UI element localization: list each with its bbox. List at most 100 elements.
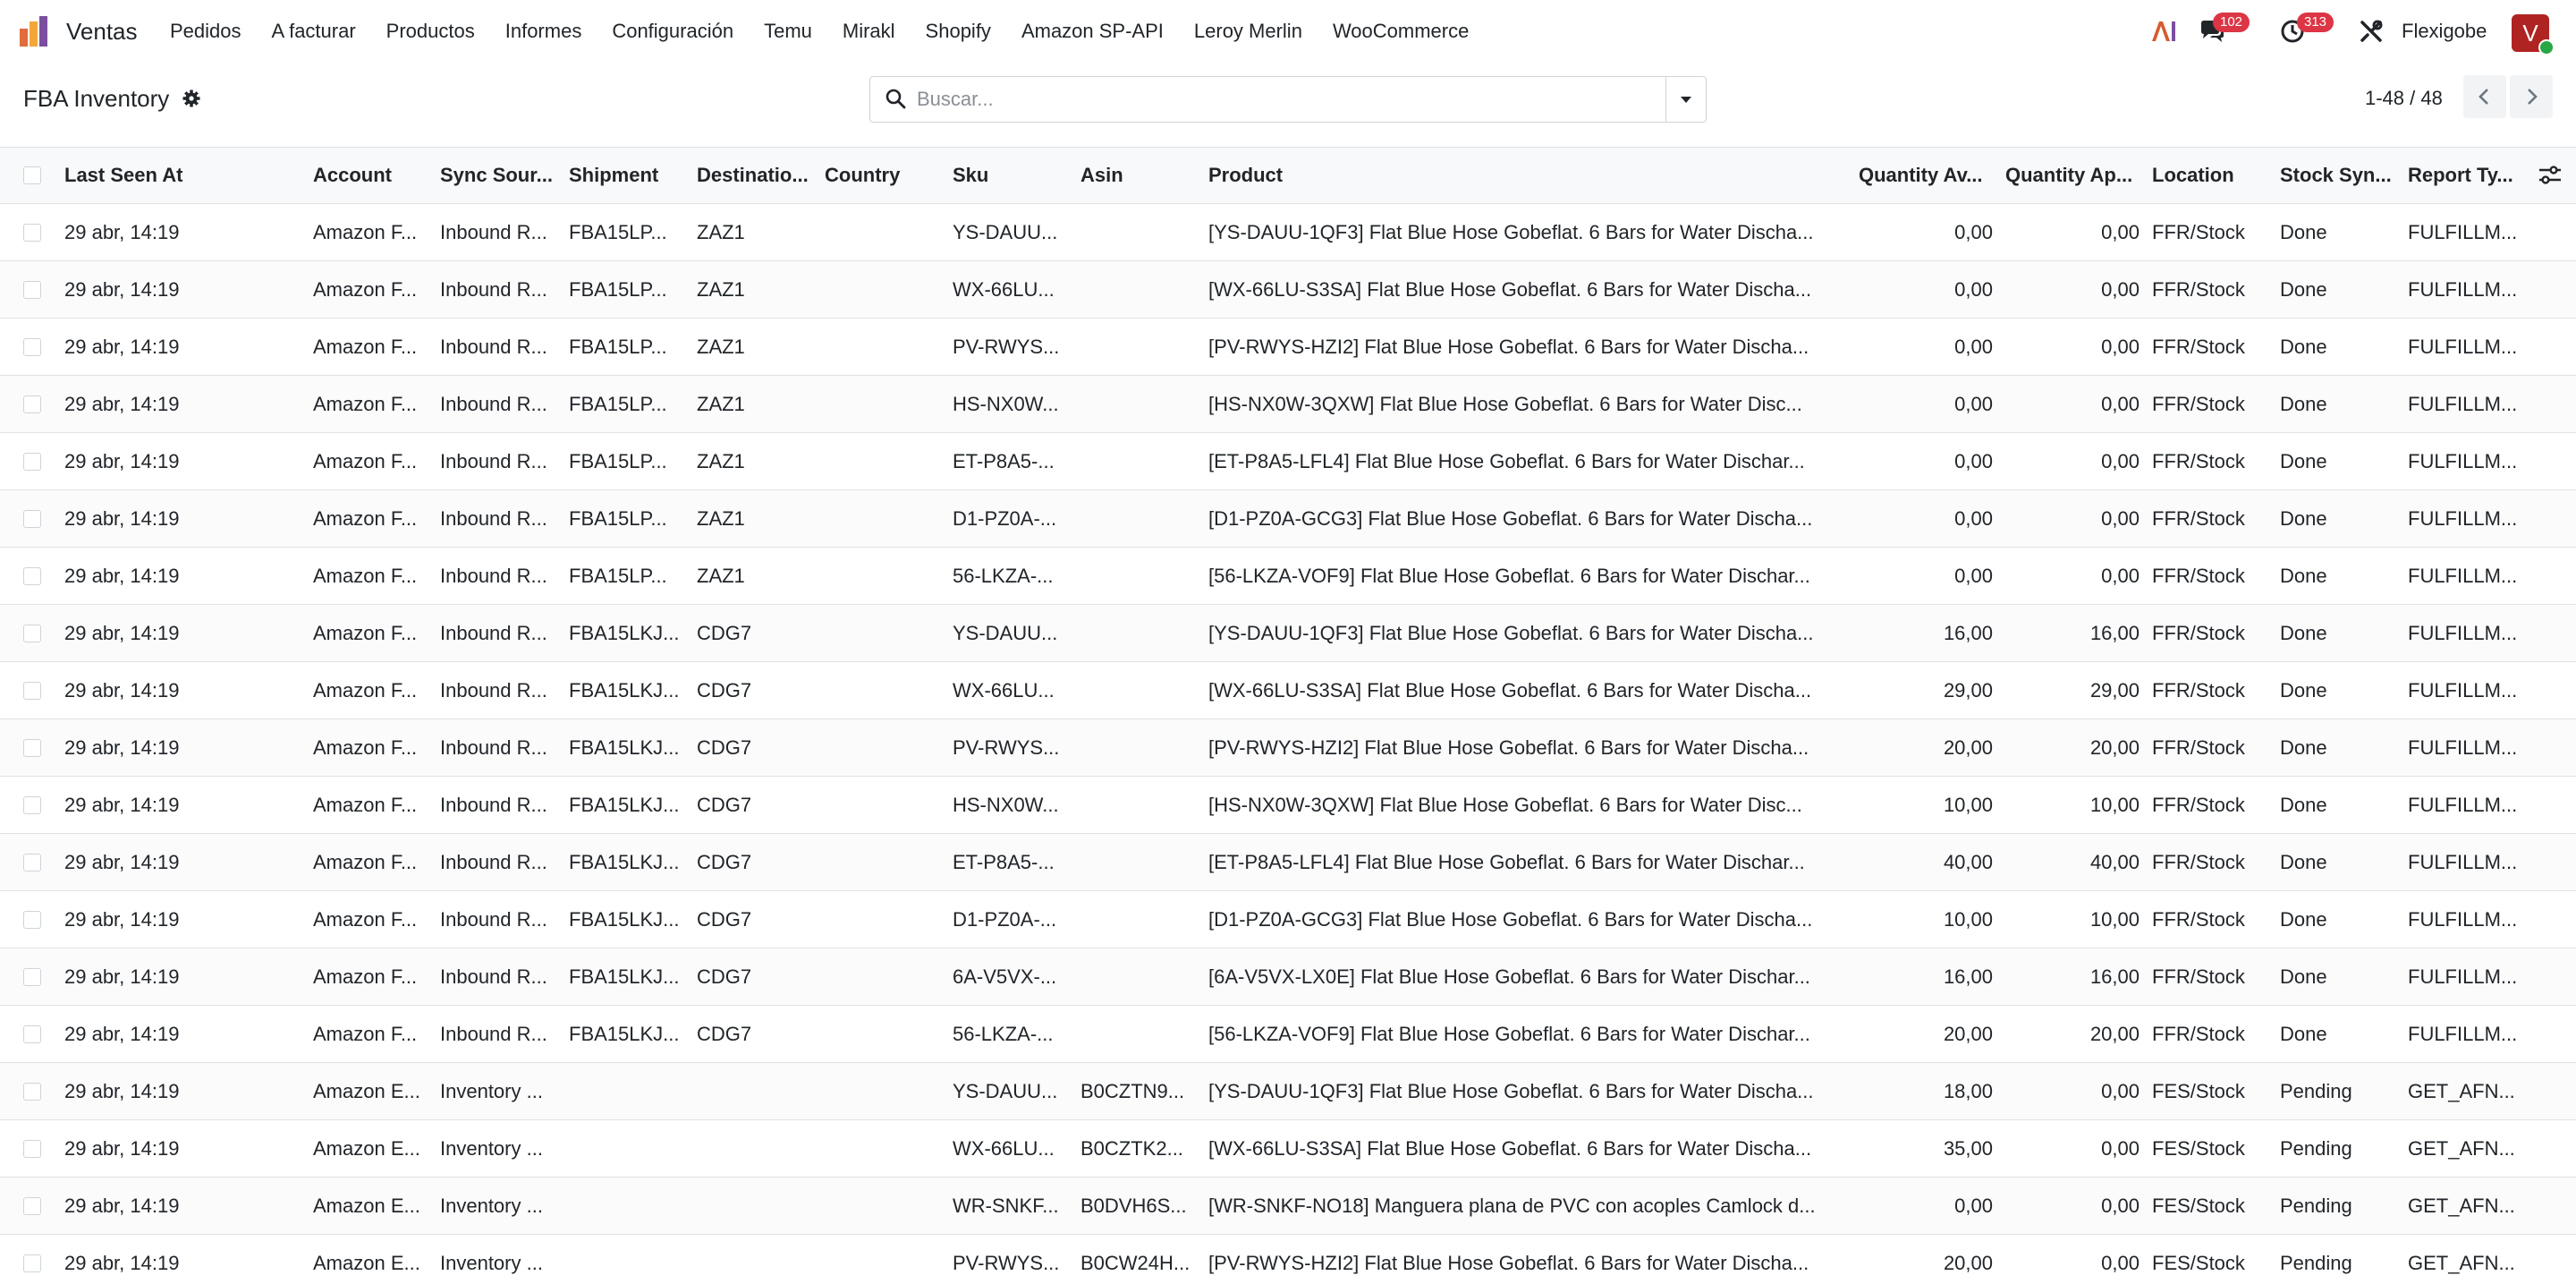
messages-button[interactable]: 102 <box>2199 13 2250 45</box>
menu-mirakl[interactable]: Mirakl <box>843 20 895 43</box>
row-checkbox[interactable] <box>23 853 41 872</box>
row-checkbox[interactable] <box>23 452 41 471</box>
table-row[interactable]: 29 abr, 14:19 Amazon E... Inventory ... … <box>0 1120 2576 1178</box>
select-all-checkbox[interactable] <box>23 166 41 184</box>
row-checkbox[interactable] <box>23 967 41 986</box>
row-checkbox[interactable] <box>23 1254 41 1272</box>
menu-temu[interactable]: Temu <box>764 20 812 43</box>
cell-stock-sync: Done <box>2280 850 2327 873</box>
menu-shopify[interactable]: Shopify <box>926 20 991 43</box>
table-row[interactable]: 29 abr, 14:19 Amazon F... Inbound R... F… <box>0 834 2576 891</box>
tools-icon[interactable] <box>2360 20 2383 43</box>
menu-a-facturar[interactable]: A facturar <box>272 20 356 43</box>
column-header-sku[interactable]: Sku <box>953 148 1072 203</box>
search-input[interactable] <box>915 82 1634 116</box>
ai-icon[interactable] <box>2150 20 2177 43</box>
search-options-toggle[interactable] <box>1665 77 1706 122</box>
table-row[interactable]: 29 abr, 14:19 Amazon F... Inbound R... F… <box>0 376 2576 433</box>
row-checkbox[interactable] <box>23 910 41 929</box>
gear-icon[interactable] <box>182 89 200 107</box>
table-row[interactable]: 29 abr, 14:19 Amazon E... Inventory ... … <box>0 1178 2576 1235</box>
cell-country <box>825 605 945 661</box>
sales-app-icon[interactable] <box>18 16 52 48</box>
cell-quantity-applied: 0,00 <box>2101 1079 2140 1102</box>
row-checkbox[interactable] <box>23 1082 41 1101</box>
menu-informes[interactable]: Informes <box>505 20 582 43</box>
pager-previous-button[interactable] <box>2463 75 2506 118</box>
table-row[interactable]: 29 abr, 14:19 Amazon F... Inbound R... F… <box>0 605 2576 662</box>
column-settings-icon[interactable] <box>2538 166 2562 185</box>
column-header-asin[interactable]: Asin <box>1080 148 1200 203</box>
activities-badge: 313 <box>2297 13 2334 32</box>
column-header-last-seen-at[interactable]: Last Seen At <box>64 148 306 203</box>
table-row[interactable]: 29 abr, 14:19 Amazon F... Inbound R... F… <box>0 891 2576 948</box>
row-checkbox[interactable] <box>23 223 41 242</box>
pager-next-button[interactable] <box>2510 75 2553 118</box>
menu-productos[interactable]: Productos <box>386 20 475 43</box>
table-row[interactable]: 29 abr, 14:19 Amazon F... Inbound R... F… <box>0 204 2576 261</box>
column-header-location[interactable]: Location <box>2152 148 2272 203</box>
column-header-destination[interactable]: Destinatio... <box>697 148 817 203</box>
table-row[interactable]: 29 abr, 14:19 Amazon F... Inbound R... F… <box>0 433 2576 490</box>
row-checkbox[interactable] <box>23 509 41 528</box>
column-header-quantity-applied[interactable]: Quantity Ap... <box>2005 148 2141 203</box>
table-row[interactable]: 29 abr, 14:19 Amazon F... Inbound R... F… <box>0 548 2576 605</box>
table-row[interactable]: 29 abr, 14:19 Amazon F... Inbound R... F… <box>0 261 2576 319</box>
table-row[interactable]: 29 abr, 14:19 Amazon F... Inbound R... F… <box>0 1006 2576 1063</box>
activities-button[interactable]: 313 <box>2281 13 2334 45</box>
cell-location: FFR/Stock <box>2152 220 2245 243</box>
row-checkbox[interactable] <box>23 795 41 814</box>
menu-configuracion[interactable]: Configuración <box>612 20 733 43</box>
menu-pedidos[interactable]: Pedidos <box>170 20 242 43</box>
table-row[interactable]: 29 abr, 14:19 Amazon F... Inbound R... F… <box>0 319 2576 376</box>
page-title[interactable]: FBA Inventory <box>23 85 169 113</box>
row-checkbox[interactable] <box>23 280 41 299</box>
column-header-sync-source[interactable]: Sync Sour... <box>440 148 560 203</box>
chevron-right-icon <box>2528 89 2538 105</box>
row-checkbox[interactable] <box>23 1025 41 1043</box>
row-checkbox[interactable] <box>23 1139 41 1158</box>
row-checkbox[interactable] <box>23 395 41 413</box>
column-header-country[interactable]: Country <box>825 148 945 203</box>
cell-stock-sync: Done <box>2280 564 2327 587</box>
menu-leroy-merlin[interactable]: Leroy Merlin <box>1194 20 1302 43</box>
column-header-shipment[interactable]: Shipment <box>569 148 689 203</box>
table-row[interactable]: 29 abr, 14:19 Amazon E... Inventory ... … <box>0 1063 2576 1120</box>
table-row[interactable]: 29 abr, 14:19 Amazon F... Inbound R... F… <box>0 662 2576 719</box>
column-header-account[interactable]: Account <box>313 148 431 203</box>
table-row[interactable]: 29 abr, 14:19 Amazon F... Inbound R... F… <box>0 777 2576 834</box>
cell-shipment: FBA15LP... <box>569 449 667 472</box>
chevron-left-icon <box>2479 89 2488 105</box>
cell-sync-source: Inventory ... <box>440 1251 543 1274</box>
column-header-product[interactable]: Product <box>1208 148 1849 203</box>
row-checkbox[interactable] <box>23 566 41 585</box>
table-row[interactable]: 29 abr, 14:19 Amazon E... Inventory ... … <box>0 1235 2576 1284</box>
cell-stock-sync: Done <box>2280 678 2327 702</box>
cell-sync-source: Inbound R... <box>440 449 547 472</box>
cell-account: Amazon E... <box>313 1079 420 1102</box>
column-header-report-type[interactable]: Report Ty... <box>2408 148 2528 203</box>
row-checkbox[interactable] <box>23 681 41 700</box>
cell-destination: CDG7 <box>697 850 752 873</box>
row-checkbox[interactable] <box>23 738 41 757</box>
column-header-quantity-available[interactable]: Quantity Av... <box>1859 148 1995 203</box>
row-checkbox[interactable] <box>23 624 41 642</box>
cell-location: FFR/Stock <box>2152 793 2245 816</box>
table-row[interactable]: 29 abr, 14:19 Amazon F... Inbound R... F… <box>0 948 2576 1006</box>
cell-product: [56-LKZA-VOF9] Flat Blue Hose Gobeflat. … <box>1208 1022 1810 1045</box>
control-panel: FBA Inventory 1-48 / 48 <box>0 64 2576 148</box>
cell-destination <box>697 1178 817 1234</box>
row-checkbox[interactable] <box>23 1196 41 1215</box>
menu-amazon-sp-api[interactable]: Amazon SP-API <box>1021 20 1164 43</box>
company-switcher[interactable]: Flexigobe <box>2402 20 2487 43</box>
pager-value[interactable]: 1-48 / 48 <box>2365 87 2443 110</box>
app-name[interactable]: Ventas <box>66 18 138 46</box>
row-checkbox[interactable] <box>23 337 41 356</box>
menu-woocommerce[interactable]: WooCommerce <box>1333 20 1469 43</box>
table-row[interactable]: 29 abr, 14:19 Amazon F... Inbound R... F… <box>0 490 2576 548</box>
cell-quantity-applied: 0,00 <box>2101 449 2140 472</box>
table-row[interactable]: 29 abr, 14:19 Amazon F... Inbound R... F… <box>0 719 2576 777</box>
column-header-stock-sync[interactable]: Stock Syn... <box>2280 148 2400 203</box>
cell-sku: HS-NX0W... <box>953 793 1059 816</box>
cell-country <box>825 204 945 260</box>
